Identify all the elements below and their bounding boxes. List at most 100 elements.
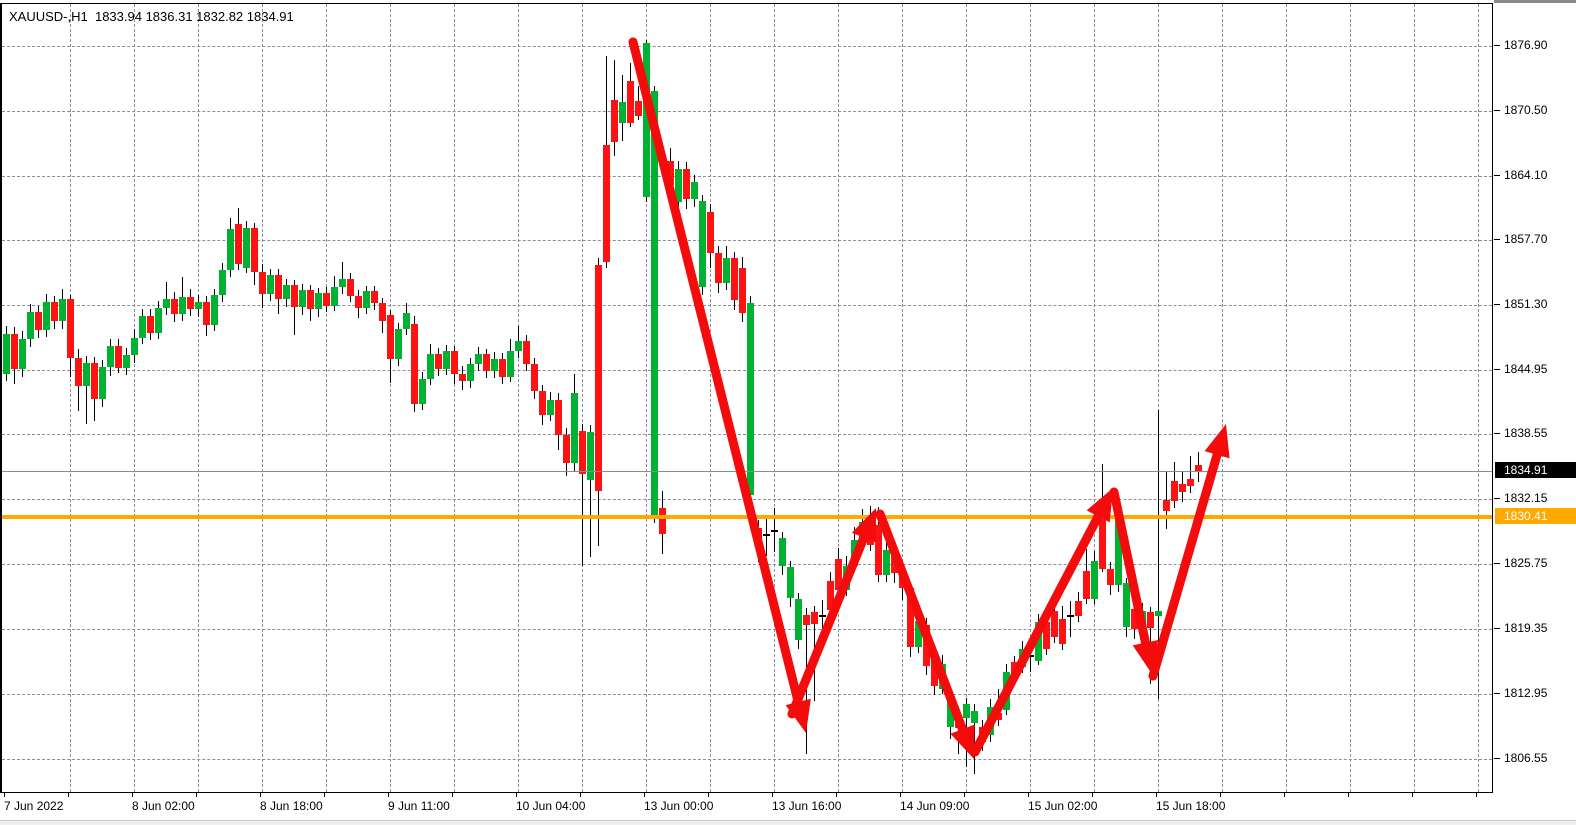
price-axis-tick xyxy=(1494,628,1500,629)
time-axis-tick xyxy=(516,793,517,797)
candle-wick xyxy=(806,608,807,754)
current-price-line xyxy=(2,471,1492,472)
current-price-badge: 1834.91 xyxy=(1495,462,1576,478)
candle-bearish xyxy=(763,534,770,536)
candle-bearish xyxy=(275,275,282,299)
candle-bearish xyxy=(203,302,210,324)
candle-wick xyxy=(1030,642,1031,672)
candle-bearish xyxy=(1171,481,1178,501)
candle-bearish xyxy=(715,253,722,283)
candle-bearish xyxy=(35,312,42,329)
candle-bearish xyxy=(115,346,122,368)
candle-bullish xyxy=(99,367,106,398)
candle-bullish xyxy=(843,566,850,590)
candle-bearish xyxy=(835,559,842,590)
price-axis-tick xyxy=(1494,369,1500,370)
price-chart-plot[interactable]: XAUUSD-,H1 1833.94 1836.31 1832.82 1834.… xyxy=(0,3,1493,793)
vertical-gridline xyxy=(134,4,135,792)
candle-bullish xyxy=(363,291,370,308)
candle-bullish xyxy=(1123,583,1130,628)
candle-bullish xyxy=(403,313,410,328)
candle-bearish xyxy=(307,290,314,309)
candle-bearish xyxy=(827,581,834,610)
candle-bullish xyxy=(699,201,706,287)
price-axis[interactable]: 1876.901870.501864.101857.701851.301844.… xyxy=(1495,3,1576,794)
horizontal-gridline xyxy=(2,499,1492,500)
time-axis-tick xyxy=(1348,793,1349,797)
time-axis-label: 10 Jun 04:00 xyxy=(516,799,585,813)
time-axis-tick xyxy=(964,793,965,797)
support-line[interactable] xyxy=(2,515,1492,519)
candle-bullish xyxy=(139,316,146,337)
candle-bullish xyxy=(851,540,858,565)
candle-bullish xyxy=(971,711,978,723)
time-axis-tick xyxy=(196,793,197,797)
time-axis[interactable]: 7 Jun 20228 Jun 02:008 Jun 18:009 Jun 11… xyxy=(0,794,1494,820)
candle-bearish xyxy=(979,727,986,742)
candle-bearish xyxy=(739,268,746,314)
time-axis-tick xyxy=(1412,793,1413,797)
candle-bearish xyxy=(379,303,386,320)
candle-bullish xyxy=(179,297,186,314)
candle-wick xyxy=(342,262,343,294)
candle-bullish xyxy=(963,704,970,717)
horizontal-gridline xyxy=(2,46,1492,47)
candle-bearish xyxy=(1051,611,1058,636)
candle-bullish xyxy=(107,346,114,367)
vertical-gridline xyxy=(326,4,327,792)
candle-bearish xyxy=(875,525,882,575)
candle-bullish xyxy=(163,299,170,308)
candle-bullish xyxy=(507,351,514,377)
price-axis-label: 1806.55 xyxy=(1504,751,1547,765)
candle-bearish xyxy=(523,341,530,364)
vertical-gridline xyxy=(198,4,199,792)
price-axis-label: 1876.90 xyxy=(1504,38,1547,52)
candle-bullish xyxy=(27,312,34,338)
candle-bullish xyxy=(475,354,482,364)
candle-bearish xyxy=(347,279,354,296)
candle-bullish xyxy=(651,91,658,516)
time-axis-tick xyxy=(260,793,261,797)
horizontal-gridline xyxy=(2,240,1492,241)
candle-bearish xyxy=(371,291,378,303)
vertical-gridline xyxy=(1222,4,1223,792)
time-axis-label: 7 Jun 2022 xyxy=(4,799,63,813)
candle-bearish xyxy=(995,713,1002,720)
candle-bullish xyxy=(395,329,402,359)
price-axis-label: 1838.55 xyxy=(1504,426,1547,440)
vertical-gridline xyxy=(70,4,71,792)
time-axis-tick xyxy=(452,793,453,797)
candle-bearish xyxy=(1075,601,1082,616)
candle-bearish xyxy=(931,654,938,686)
candle-bullish xyxy=(339,279,346,287)
candle-bearish xyxy=(555,400,562,435)
candle-bearish xyxy=(291,285,298,307)
candle-bearish xyxy=(91,363,98,398)
candle-bearish xyxy=(387,315,394,359)
chart-window: XAUUSD-,H1 1833.94 1836.31 1832.82 1834.… xyxy=(0,0,1576,825)
candle-bullish xyxy=(243,228,250,268)
time-axis-tick xyxy=(1284,793,1285,797)
candle-bearish xyxy=(579,431,586,475)
time-axis-tick xyxy=(836,793,837,797)
candle-bullish xyxy=(427,354,434,379)
candle-bullish xyxy=(643,43,650,197)
candle-bearish xyxy=(811,612,818,624)
vertical-gridline xyxy=(1478,4,1479,792)
candle-bearish xyxy=(891,550,898,572)
window-top-strip xyxy=(1494,0,1576,3)
candle-bearish xyxy=(867,522,874,545)
candle-bearish xyxy=(483,354,490,371)
candle-bullish xyxy=(547,400,554,415)
price-axis-tick xyxy=(1494,110,1500,111)
price-axis-label: 1864.10 xyxy=(1504,168,1547,182)
candle-bullish xyxy=(227,229,234,270)
candle-bullish xyxy=(819,615,826,617)
candle-bearish xyxy=(683,169,690,199)
candle-bearish xyxy=(147,316,154,332)
candle-bullish xyxy=(59,299,66,320)
horizontal-gridline xyxy=(2,564,1492,565)
vertical-gridline xyxy=(774,4,775,792)
vertical-gridline xyxy=(454,4,455,792)
candle-bearish xyxy=(411,324,418,404)
